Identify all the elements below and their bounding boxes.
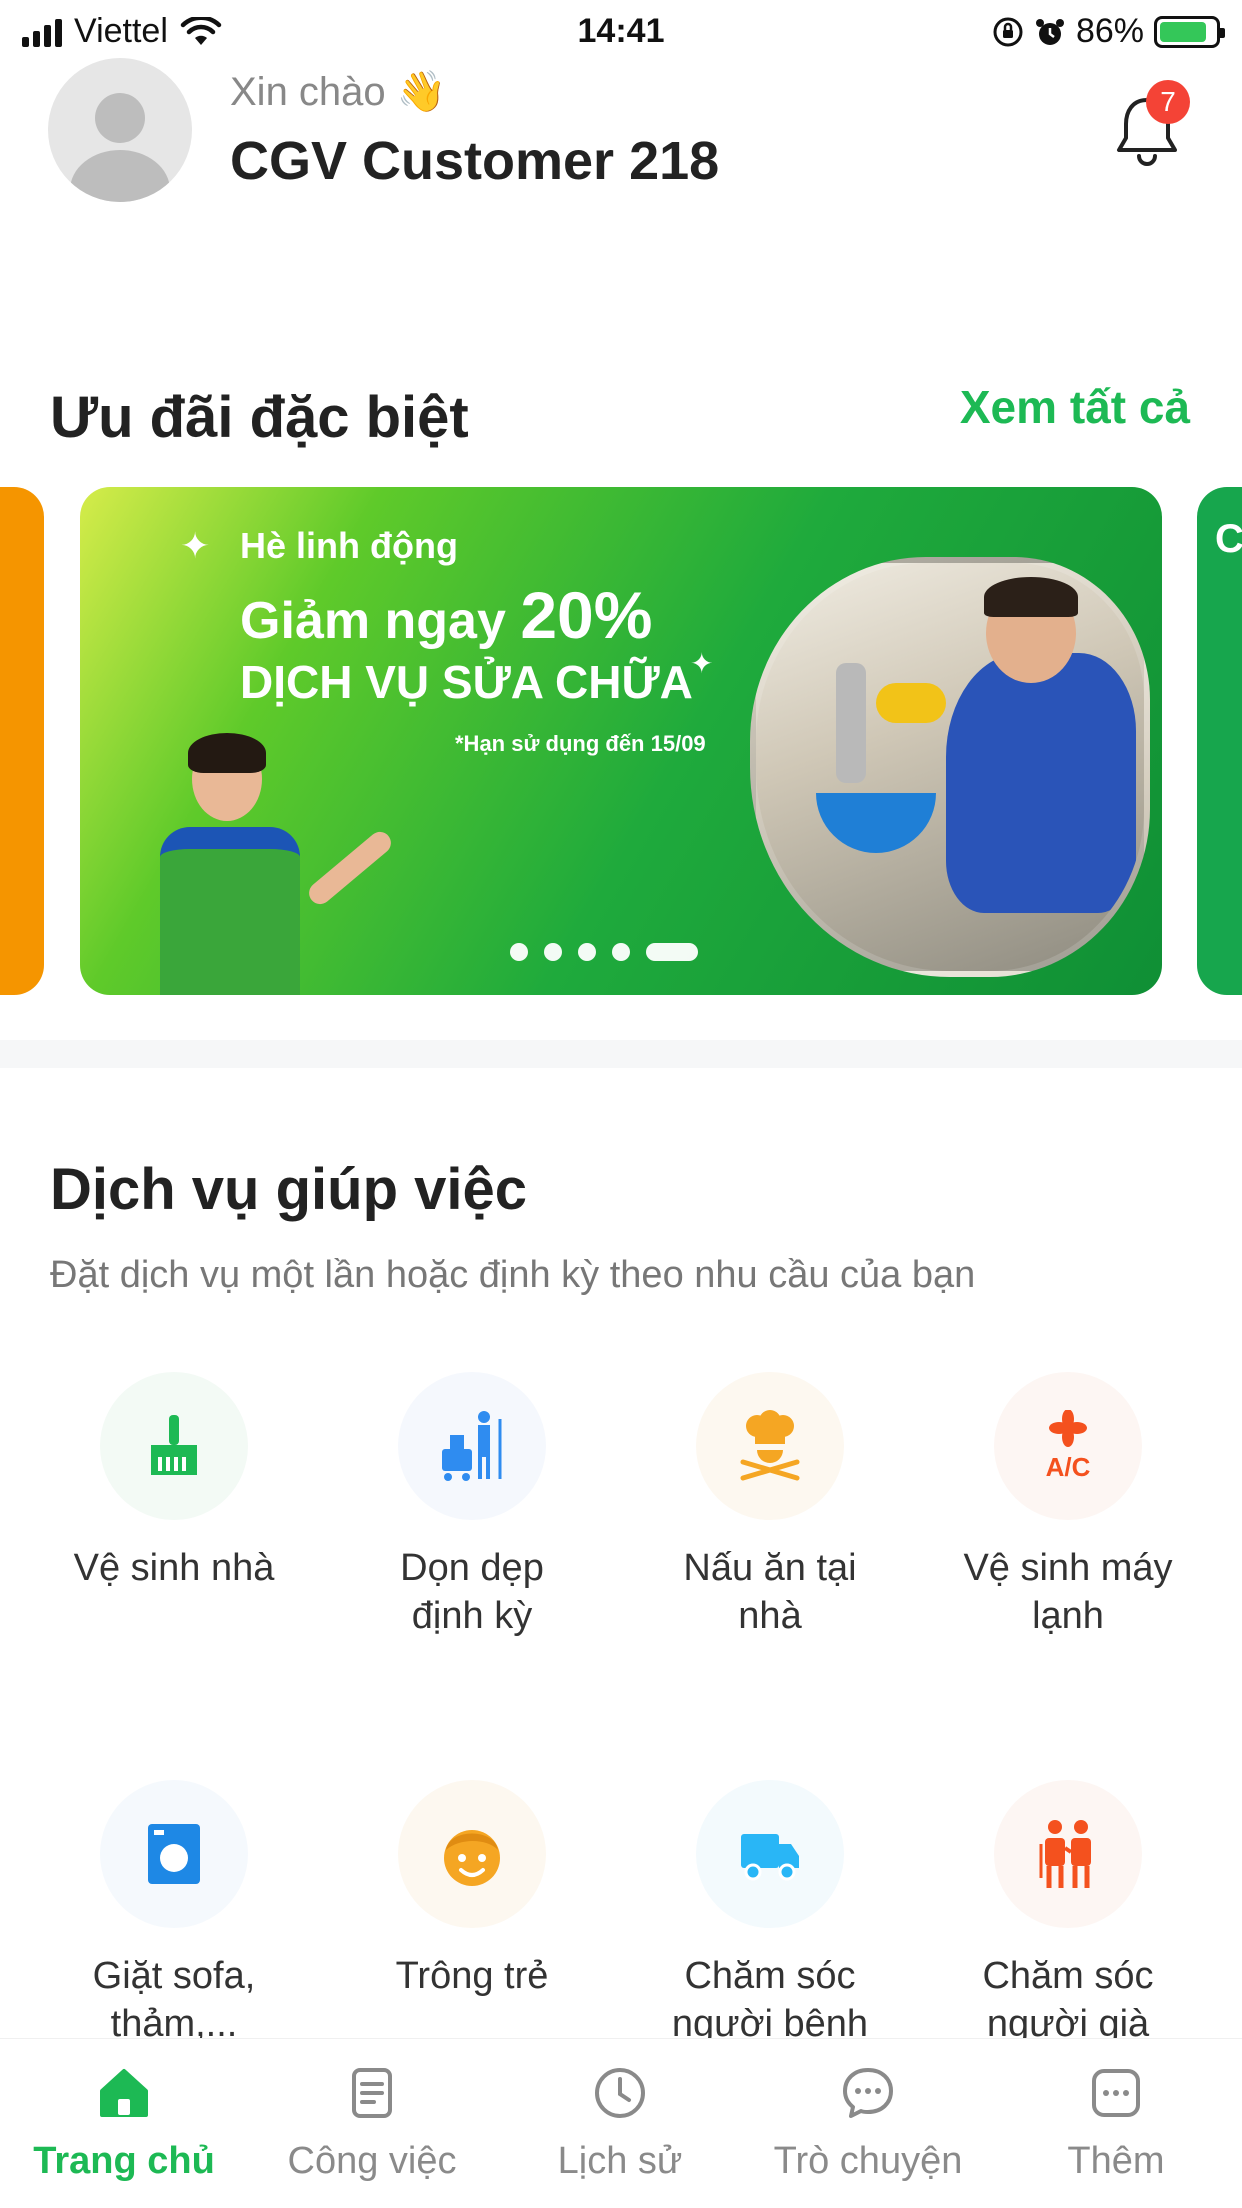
child-face-icon	[444, 1830, 500, 1886]
offers-title: Ưu đãi đặc biệt	[50, 385, 469, 450]
nav-more-label: Thêm	[1067, 2140, 1165, 2182]
nav-jobs[interactable]: Công việc	[248, 2065, 496, 2183]
service-babysitting[interactable]: Trông trẻ	[322, 1780, 622, 2000]
service-home-cooking[interactable]: Nấu ăn tại nhà	[620, 1372, 920, 1640]
rotation-lock-icon	[993, 17, 1023, 46]
chat-icon	[843, 2068, 893, 2118]
repairman-photo	[750, 557, 1150, 977]
nav-more[interactable]: Thêm	[992, 2065, 1240, 2183]
banner-line-1: Hè linh động	[240, 525, 458, 566]
carousel-prev-card[interactable]	[0, 487, 44, 995]
banner-line-3: DỊCH VỤ SỬA CHỮA	[240, 656, 693, 708]
nav-home[interactable]: Trang chủ	[0, 2065, 248, 2183]
cleaning-cart-icon	[442, 1411, 502, 1481]
nav-chat[interactable]: Trò chuyện	[744, 2065, 992, 2183]
pipe-illustration	[836, 663, 866, 783]
staff-hair	[188, 733, 266, 773]
home-icon	[100, 2069, 148, 2117]
nav-history-label: Lịch sử	[557, 2140, 683, 2182]
sparkle-icon: ✦	[690, 648, 714, 679]
clock-icon	[595, 2068, 645, 2118]
nav-chat-label: Trò chuyện	[773, 2140, 963, 2182]
next-card-letter: C	[1215, 517, 1242, 561]
greeting-text: Xin chào 👋	[230, 70, 447, 114]
document-icon	[352, 2068, 392, 2118]
banner-discount-prefix: Giảm ngay	[240, 592, 521, 650]
carousel-dot[interactable]	[612, 943, 630, 961]
status-right: 86%	[992, 12, 1225, 51]
banner-discount-value: 20%	[520, 578, 653, 652]
services-subtitle: Đặt dịch vụ một lần hoặc định kỳ theo nh…	[50, 1254, 976, 1296]
status-bar: Viettel 14:41 86%	[0, 0, 1242, 60]
see-all-link[interactable]: Xem tất cả	[960, 380, 1190, 434]
promo-banner[interactable]: ✦ ✦ Hè linh động Giảm ngay 20% DỊCH VỤ S…	[80, 487, 1162, 995]
broom-icon	[151, 1415, 197, 1475]
service-label: Vệ sinh nhà	[73, 1547, 275, 1589]
service-label: Nấu ăn tại nhà	[683, 1547, 857, 1637]
service-ac-cleaning[interactable]: A/C Vệ sinh máy lạnh	[918, 1372, 1218, 1640]
staff-illustration	[150, 733, 396, 995]
carousel-dot[interactable]	[510, 943, 528, 961]
air-conditioner-icon: A/C	[1046, 1410, 1091, 1482]
service-icon-circle	[398, 1372, 546, 1520]
ambulance-truck-icon	[741, 1834, 799, 1881]
carousel-dot[interactable]	[544, 943, 562, 961]
services-title: Dịch vụ giúp việc	[50, 1157, 527, 1222]
nav-jobs-label: Công việc	[287, 2140, 457, 2182]
nav-home-label: Trang chủ	[33, 2140, 215, 2182]
banner-line-2: Giảm ngay 20%	[240, 577, 652, 653]
bottom-navigation: Trang chủ Công việc Lịch sử Trò chuyện T…	[0, 2038, 1242, 2208]
service-house-cleaning[interactable]: Vệ sinh nhà	[24, 1372, 324, 1592]
service-elderly-care[interactable]: Chăm sóc người già	[918, 1780, 1218, 2048]
glove-illustration	[876, 683, 946, 723]
service-icon-circle	[994, 1780, 1142, 1928]
battery-percent: 86%	[1075, 12, 1144, 50]
service-icon-circle	[398, 1780, 546, 1928]
service-label: Vệ sinh máy lạnh	[963, 1547, 1173, 1637]
service-label: Giặt sofa, thảm,...	[92, 1955, 256, 2045]
chef-icon	[740, 1410, 800, 1481]
worker-illustration	[946, 653, 1136, 913]
avatar-head	[95, 93, 145, 143]
service-icon-circle	[696, 1372, 844, 1520]
more-icon	[1092, 2069, 1140, 2117]
service-label: Trông trẻ	[395, 1955, 549, 1997]
bowl-illustration	[816, 793, 936, 853]
washing-machine-icon	[148, 1824, 200, 1884]
carousel-dot[interactable]	[578, 943, 596, 961]
carousel-next-card[interactable]: C	[1197, 487, 1242, 995]
service-icon-circle	[696, 1780, 844, 1928]
sparkle-icon: ✦	[180, 525, 211, 566]
service-label: Chăm sóc người bệnh	[671, 1955, 869, 2045]
elderly-care-icon	[1039, 1820, 1091, 1888]
banner-line-4: *Hạn sử dụng đến 15/09	[455, 731, 706, 756]
alarm-icon	[1035, 18, 1064, 45]
notification-badge: 7	[1146, 80, 1190, 124]
carousel-indicator[interactable]	[510, 943, 698, 961]
service-icon-circle	[100, 1780, 248, 1928]
username: CGV Customer 218	[230, 131, 720, 191]
service-icon-circle	[100, 1372, 248, 1520]
section-divider	[0, 1040, 1242, 1068]
service-sofa-laundry[interactable]: Giặt sofa, thảm,...	[24, 1780, 324, 2048]
battery-level	[1160, 21, 1207, 42]
service-label: Dọn dẹp định kỳ	[400, 1547, 544, 1637]
service-label: Chăm sóc người già	[982, 1955, 1154, 2045]
service-patient-care[interactable]: Chăm sóc người bệnh	[620, 1780, 920, 2048]
svg-text:A/C: A/C	[1046, 1452, 1091, 1482]
service-periodic-cleaning[interactable]: Dọn dẹp định kỳ	[322, 1372, 622, 1640]
avatar-body	[70, 150, 170, 202]
staff-arm	[304, 827, 396, 909]
worker-hair	[984, 577, 1078, 617]
carousel-dot-active[interactable]	[646, 943, 698, 961]
nav-history[interactable]: Lịch sử	[496, 2065, 744, 2183]
battery-icon	[1154, 15, 1225, 48]
staff-body	[160, 827, 300, 995]
service-icon-circle: A/C	[994, 1372, 1142, 1520]
avatar[interactable]	[48, 58, 192, 202]
